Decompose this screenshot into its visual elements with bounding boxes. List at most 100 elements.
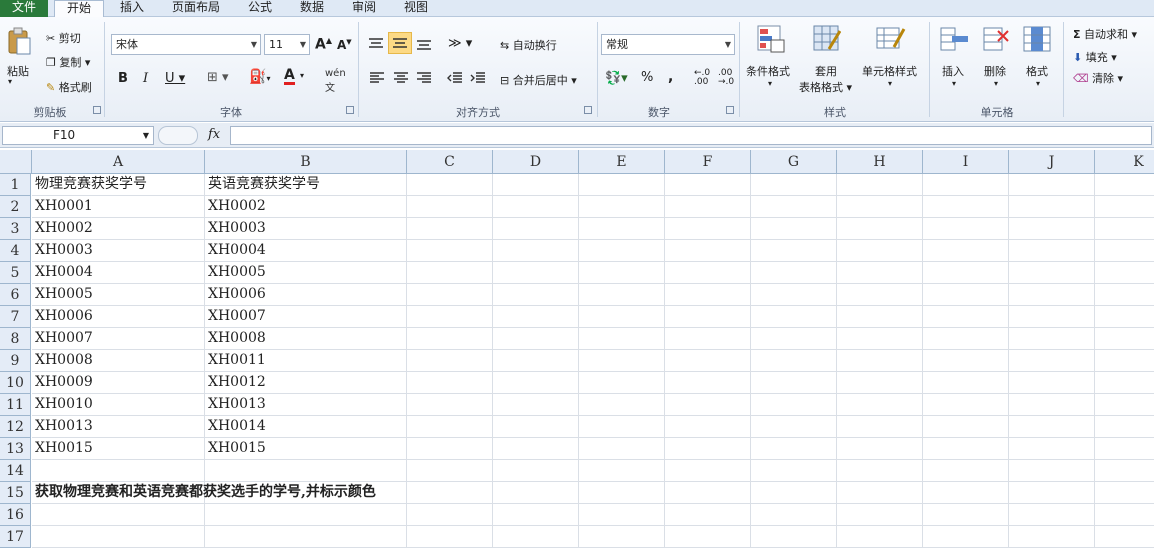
- wrap-text-button[interactable]: ⇆ 自动换行: [500, 37, 557, 53]
- cell-b17[interactable]: [205, 526, 407, 548]
- cell-h3[interactable]: [837, 218, 923, 240]
- cell-c7[interactable]: [407, 306, 493, 328]
- cell-h15[interactable]: [837, 482, 923, 504]
- increase-indent-icon[interactable]: [470, 72, 486, 87]
- cell-c10[interactable]: [407, 372, 493, 394]
- copy-button[interactable]: ❐ 复制 ▾: [46, 54, 90, 70]
- cell-k1[interactable]: [1095, 174, 1154, 196]
- cell-j4[interactable]: [1009, 240, 1095, 262]
- cell-e13[interactable]: [579, 438, 665, 460]
- cell-j7[interactable]: [1009, 306, 1095, 328]
- number-launcher[interactable]: [726, 106, 734, 114]
- cell-k17[interactable]: [1095, 526, 1154, 548]
- format-painter-button[interactable]: ✎ 格式刷: [46, 79, 92, 95]
- cell-i17[interactable]: [923, 526, 1009, 548]
- align-top-icon[interactable]: [368, 37, 384, 52]
- column-header-h[interactable]: H: [837, 150, 923, 174]
- cell-j8[interactable]: [1009, 328, 1095, 350]
- format-as-table-icon[interactable]: [813, 25, 842, 56]
- cell-e1[interactable]: [579, 174, 665, 196]
- tab-insert[interactable]: 插入: [116, 0, 148, 17]
- italic-button[interactable]: I: [143, 71, 148, 86]
- font-launcher[interactable]: [346, 106, 354, 114]
- shrink-font-icon[interactable]: A▼: [337, 38, 352, 52]
- column-header-e[interactable]: E: [579, 150, 665, 174]
- cell-d4[interactable]: [493, 240, 579, 262]
- column-header-a[interactable]: A: [32, 150, 205, 174]
- cell-k5[interactable]: [1095, 262, 1154, 284]
- cell-i12[interactable]: [923, 416, 1009, 438]
- cell-d6[interactable]: [493, 284, 579, 306]
- cell-g8[interactable]: [751, 328, 837, 350]
- cell-i13[interactable]: [923, 438, 1009, 460]
- cell-d16[interactable]: [493, 504, 579, 526]
- row-header-9[interactable]: 9: [0, 350, 31, 372]
- align-left-icon[interactable]: [369, 72, 385, 87]
- cell-c4[interactable]: [407, 240, 493, 262]
- column-header-b[interactable]: B: [205, 150, 407, 174]
- cell-k2[interactable]: [1095, 196, 1154, 218]
- orientation-icon[interactable]: ≫ ▾: [448, 36, 472, 51]
- cell-f13[interactable]: [665, 438, 751, 460]
- clipboard-launcher[interactable]: [93, 106, 101, 114]
- cell-e2[interactable]: [579, 196, 665, 218]
- cell-f2[interactable]: [665, 196, 751, 218]
- cell-f4[interactable]: [665, 240, 751, 262]
- cell-d2[interactable]: [493, 196, 579, 218]
- cell-e16[interactable]: [579, 504, 665, 526]
- cell-h11[interactable]: [837, 394, 923, 416]
- row-header-6[interactable]: 6: [0, 284, 31, 306]
- cell-c2[interactable]: [407, 196, 493, 218]
- cell-i11[interactable]: [923, 394, 1009, 416]
- cell-e9[interactable]: [579, 350, 665, 372]
- cell-k14[interactable]: [1095, 460, 1154, 482]
- row-header-10[interactable]: 10: [0, 372, 31, 394]
- number-format-select[interactable]: 常规 ▼: [601, 34, 735, 55]
- cell-f8[interactable]: [665, 328, 751, 350]
- font-name-select[interactable]: 宋体 ▼: [111, 34, 261, 55]
- cell-j15[interactable]: [1009, 482, 1095, 504]
- cell-e10[interactable]: [579, 372, 665, 394]
- percent-button[interactable]: %: [641, 70, 653, 85]
- cell-e11[interactable]: [579, 394, 665, 416]
- conditional-formatting-icon[interactable]: [757, 25, 785, 56]
- tab-home[interactable]: 开始: [54, 0, 104, 18]
- cell-k11[interactable]: [1095, 394, 1154, 416]
- decrease-decimal-icon[interactable]: .00 →.0: [718, 69, 734, 87]
- cell-d5[interactable]: [493, 262, 579, 284]
- cell-b10[interactable]: XH0012: [205, 372, 407, 394]
- formula-input[interactable]: [230, 126, 1152, 145]
- cell-f12[interactable]: [665, 416, 751, 438]
- cell-b6[interactable]: XH0006: [205, 284, 407, 306]
- cell-d11[interactable]: [493, 394, 579, 416]
- paste-icon[interactable]: [6, 27, 32, 57]
- cell-e12[interactable]: [579, 416, 665, 438]
- cell-a12[interactable]: XH0013: [32, 416, 205, 438]
- cell-a10[interactable]: XH0009: [32, 372, 205, 394]
- cell-h1[interactable]: [837, 174, 923, 196]
- row-header-8[interactable]: 8: [0, 328, 31, 350]
- column-header-f[interactable]: F: [665, 150, 751, 174]
- cell-b14[interactable]: [205, 460, 407, 482]
- column-header-i[interactable]: I: [923, 150, 1009, 174]
- cell-g9[interactable]: [751, 350, 837, 372]
- column-header-g[interactable]: G: [751, 150, 837, 174]
- cell-b5[interactable]: XH0005: [205, 262, 407, 284]
- cell-b7[interactable]: XH0007: [205, 306, 407, 328]
- cell-i10[interactable]: [923, 372, 1009, 394]
- cell-k15[interactable]: [1095, 482, 1154, 504]
- row-header-16[interactable]: 16: [0, 504, 31, 526]
- tab-data[interactable]: 数据: [296, 0, 328, 17]
- cell-h5[interactable]: [837, 262, 923, 284]
- fill-color-icon[interactable]: ⛽▾: [249, 69, 270, 85]
- cell-h10[interactable]: [837, 372, 923, 394]
- cell-d3[interactable]: [493, 218, 579, 240]
- alignment-launcher[interactable]: [584, 106, 592, 114]
- insert-function-icon[interactable]: fx: [208, 127, 220, 142]
- cell-h8[interactable]: [837, 328, 923, 350]
- cell-g3[interactable]: [751, 218, 837, 240]
- cell-f5[interactable]: [665, 262, 751, 284]
- bold-button[interactable]: B: [118, 71, 128, 86]
- formula-bar-toggle[interactable]: [158, 126, 198, 145]
- row-header-3[interactable]: 3: [0, 218, 31, 240]
